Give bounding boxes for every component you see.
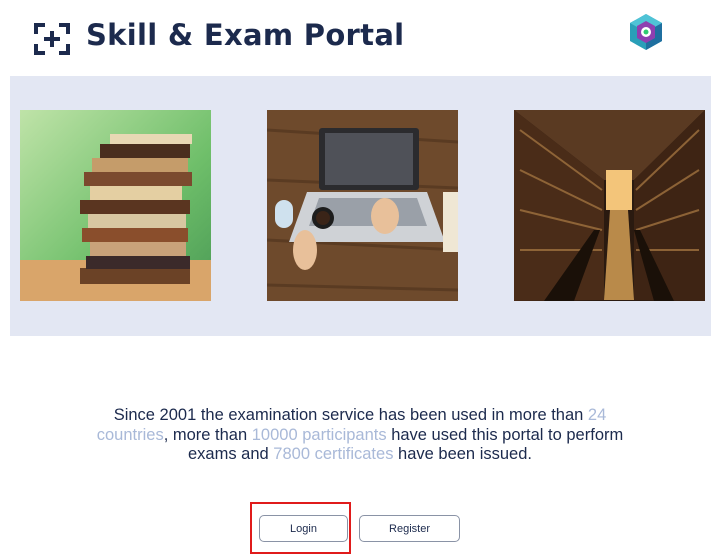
bracketed-plus-icon	[34, 23, 70, 55]
participants-stat: 10000 participants	[251, 425, 387, 444]
page-title: Skill & Exam Portal	[86, 18, 405, 52]
intro-text-part: , more than	[163, 425, 252, 444]
login-button[interactable]: Login	[259, 515, 348, 542]
books-image	[20, 110, 211, 301]
intro-text-part: Since 2001 the examination service has b…	[113, 406, 588, 424]
library-image	[514, 110, 705, 301]
hexagon-network-icon[interactable]	[627, 12, 665, 52]
laptop-image	[267, 110, 458, 301]
intro-text-part: have been issued.	[393, 445, 532, 463]
image-gallery	[10, 76, 711, 336]
intro-text: Since 2001 the examination service has b…	[95, 406, 625, 465]
certificates-stat: 7800 certificates	[273, 445, 394, 463]
header: Skill & Exam Portal	[0, 0, 711, 76]
register-button[interactable]: Register	[359, 515, 460, 542]
